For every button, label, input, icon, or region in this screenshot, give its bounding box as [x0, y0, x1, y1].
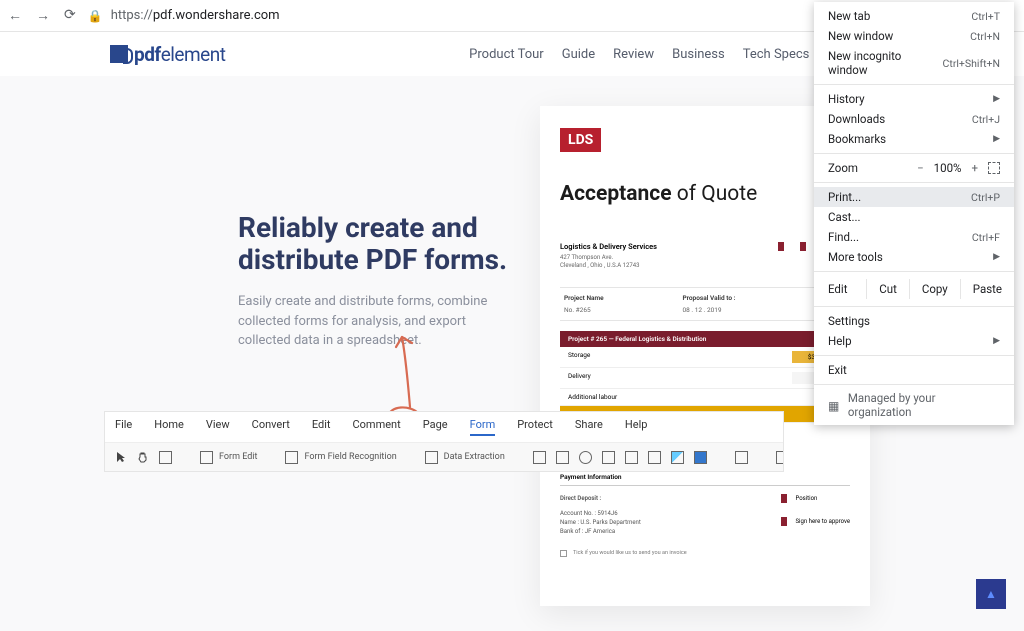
editor-menu-edit[interactable]: Edit: [312, 418, 331, 436]
invoice-checkbox[interactable]: [560, 550, 567, 557]
scroll-to-top-button[interactable]: ▲: [976, 579, 1006, 609]
editor-menu-view[interactable]: View: [206, 418, 230, 436]
menu-edit-row: Edit Cut Copy Paste: [814, 276, 1014, 302]
menu-managed-row: Managed by your organization: [814, 385, 1014, 425]
editor-menu-protect[interactable]: Protect: [517, 418, 553, 436]
menu-zoom-label: Zoom: [828, 161, 858, 175]
menu-exit[interactable]: Exit: [814, 360, 1014, 380]
logo-mark-icon: [110, 45, 128, 63]
doc-company: Logistics & Delivery Services: [560, 242, 657, 251]
nav-link[interactable]: Guide: [562, 47, 595, 62]
menu-item-new-window[interactable]: New windowCtrl+N: [814, 26, 1014, 46]
editor-menu-convert[interactable]: Convert: [252, 418, 290, 436]
menu-item-bookmarks[interactable]: Bookmarks▶: [814, 129, 1014, 149]
lds-badge: LDS: [560, 128, 601, 152]
nav-link[interactable]: Review: [613, 47, 654, 62]
tool-listbox[interactable]: [602, 451, 615, 464]
position-label: Position: [795, 495, 817, 502]
hero-subtitle: Easily create and distribute forms, comb…: [238, 292, 518, 351]
payment-title: Payment Information: [560, 473, 850, 486]
editor-menu-bar: File Home View Convert Edit Comment Page Form Pr…: [105, 412, 783, 443]
lock-icon: 🔒: [88, 9, 103, 23]
tool-more-1[interactable]: [735, 451, 748, 464]
editor-tool-row: Form Edit Form Field Recognition Data Ex…: [105, 443, 783, 471]
editor-menu-file[interactable]: File: [115, 418, 132, 436]
url-protocol: https://: [111, 8, 153, 23]
menu-item-print-[interactable]: Print...Ctrl+P: [814, 187, 1014, 207]
menu-item-more-tools[interactable]: More tools▶: [814, 247, 1014, 267]
menu-item-new-tab[interactable]: New tabCtrl+T: [814, 6, 1014, 26]
tool-radio[interactable]: [579, 451, 592, 464]
sign-label: Sign here to approve: [795, 518, 850, 525]
building-icon: [828, 399, 840, 411]
doc-address: 427 Thompson Ave. Cleveland , Ohio , U.S…: [560, 254, 657, 271]
hero-title: Reliably create and distribute PDF forms…: [238, 212, 518, 276]
editor-menu-home[interactable]: Home: [154, 418, 184, 436]
invoice-checkbox-row: Tick if you would like us to send you an…: [560, 550, 850, 557]
logo[interactable]: pdfelement: [110, 43, 225, 66]
menu-item-cast-[interactable]: Cast...: [814, 207, 1014, 227]
reload-button[interactable]: ⟳: [64, 7, 76, 24]
logo-text: pdfelement: [134, 43, 225, 66]
tool-checkbox[interactable]: [556, 451, 569, 464]
menu-paste[interactable]: Paste: [960, 279, 1014, 299]
proposal-info-row: Project Name No. #265 Proposal Valid to …: [560, 287, 850, 321]
pdf-editor-toolbar: File Home View Convert Edit Comment Page Form Pr…: [104, 411, 784, 472]
editor-menu-page[interactable]: Page: [423, 418, 448, 436]
menu-item-history[interactable]: History▶: [814, 89, 1014, 109]
menu-edit-label: Edit: [814, 279, 866, 299]
doc-title: Acceptance of Quote: [560, 182, 850, 206]
nav-link[interactable]: Tech Specs: [743, 47, 810, 62]
chrome-menu: New tabCtrl+TNew windowCtrl+NNew incogni…: [814, 2, 1014, 425]
menu-item-new-incognito-window[interactable]: New incognito windowCtrl+Shift+N: [814, 46, 1014, 80]
tool-more-2[interactable]: [776, 451, 783, 464]
tool-select[interactable]: [115, 451, 127, 463]
editor-menu-comment[interactable]: Comment: [353, 418, 401, 436]
tool-signature[interactable]: [694, 451, 707, 464]
menu-item-settings[interactable]: Settings: [814, 311, 1014, 331]
nav-arrows: ← → ⟳: [8, 7, 76, 24]
editor-menu-help[interactable]: Help: [625, 418, 648, 436]
editor-menu-form[interactable]: Form: [470, 418, 496, 436]
deposit-details: Direct Deposit : Account No. : 5914J6 Na…: [560, 494, 641, 536]
address-bar[interactable]: 🔒 https://pdf.wondershare.com: [88, 8, 872, 23]
menu-item-find-[interactable]: Find...Ctrl+F: [814, 227, 1014, 247]
menu-zoom-row: Zoom − 100% +: [814, 158, 1014, 178]
menu-copy[interactable]: Copy: [909, 279, 960, 299]
fullscreen-icon[interactable]: [988, 162, 1000, 174]
tool-button[interactable]: [648, 451, 661, 464]
forward-button[interactable]: →: [36, 7, 50, 24]
zoom-in-button[interactable]: +: [971, 161, 978, 175]
editor-menu-share[interactable]: Share: [575, 418, 603, 436]
tool-form-field-recognition[interactable]: Form Field Recognition: [285, 451, 396, 464]
nav-link[interactable]: Product Tour: [469, 47, 544, 62]
tool-hand[interactable]: [137, 451, 149, 463]
tool-textfield[interactable]: [533, 451, 546, 464]
tool-image-field[interactable]: [671, 451, 684, 464]
menu-item-help[interactable]: Help▶: [814, 331, 1014, 351]
nav-link[interactable]: Business: [672, 47, 725, 62]
quote-table: Project # 265 — Federal Logistics & Dist…: [560, 331, 850, 423]
hero-text: Reliably create and distribute PDF forms…: [238, 212, 518, 351]
zoom-out-button[interactable]: −: [917, 161, 924, 175]
back-button[interactable]: ←: [8, 7, 22, 24]
tool-combobox[interactable]: [625, 451, 638, 464]
tool-form-edit[interactable]: Form Edit: [200, 451, 257, 464]
menu-item-downloads[interactable]: DownloadsCtrl+J: [814, 109, 1014, 129]
menu-cut[interactable]: Cut: [867, 279, 909, 299]
tool-edit-mode[interactable]: [159, 451, 172, 464]
tool-data-extraction[interactable]: Data Extraction: [425, 451, 505, 464]
zoom-value: 100%: [934, 161, 962, 175]
url-host: pdf.wondershare.com: [153, 8, 280, 23]
